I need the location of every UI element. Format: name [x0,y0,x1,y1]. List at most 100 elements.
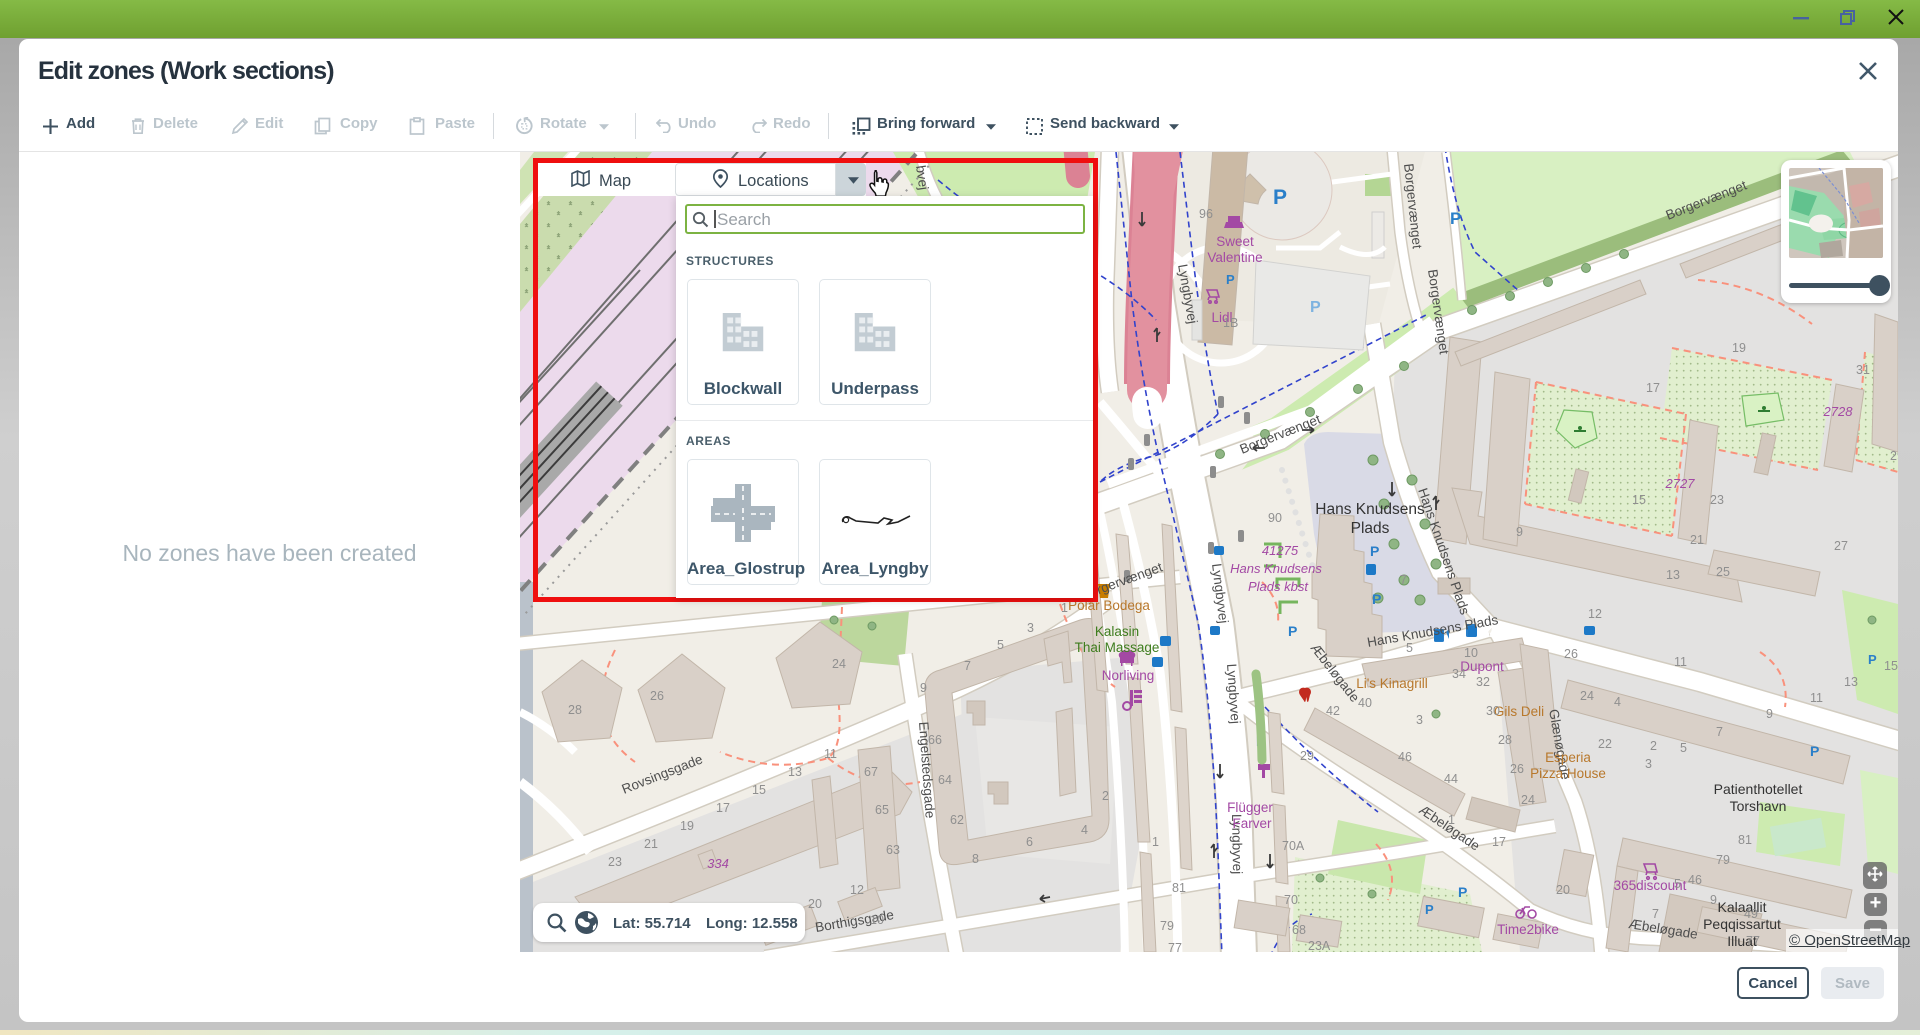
svg-text:9: 9 [1516,525,1523,539]
svg-text:2728: 2728 [1823,404,1854,419]
svg-text:10: 10 [1464,646,1478,660]
svg-text:5: 5 [1406,641,1413,655]
svg-text:44: 44 [1444,772,1458,786]
svg-text:22: 22 [1598,737,1612,751]
svg-text:Pizza House: Pizza House [1530,766,1606,781]
svg-text:Norliving: Norliving [1102,668,1155,683]
svg-text:49: 49 [1744,907,1758,921]
svg-text:96: 96 [1199,207,1213,221]
svg-text:67: 67 [864,765,878,779]
svg-text:21: 21 [644,837,658,851]
svg-text:26: 26 [650,689,664,703]
svg-text:12: 12 [850,883,864,897]
svg-text:29: 29 [1300,749,1314,763]
svg-text:13: 13 [1666,568,1680,582]
svg-text:28: 28 [568,703,582,717]
svg-text:26: 26 [1564,647,1578,661]
svg-text:Plads: Plads [1351,520,1390,537]
svg-text:25: 25 [1716,565,1730,579]
svg-text:70A: 70A [1282,839,1305,853]
svg-text:40: 40 [1358,696,1372,710]
svg-text:8: 8 [972,852,979,866]
svg-text:64: 64 [938,773,952,787]
svg-text:79: 79 [1160,919,1174,933]
svg-text:5: 5 [997,638,1004,652]
svg-text:Hans Knudsens: Hans Knudsens [1315,501,1425,518]
svg-text:15: 15 [752,783,766,797]
svg-text:15: 15 [1632,493,1646,507]
svg-text:Hans Knudsens: Hans Knudsens [1230,561,1322,576]
svg-text:23A: 23A [1308,939,1331,952]
svg-text:2: 2 [1650,739,1657,753]
svg-text:24: 24 [832,657,846,671]
svg-text:7: 7 [964,659,971,673]
svg-text:Li's Kinagrill: Li's Kinagrill [1356,676,1428,691]
svg-text:9: 9 [1710,893,1717,907]
svg-text:65: 65 [875,803,889,817]
svg-text:34: 34 [1452,667,1466,681]
svg-text:68: 68 [1292,923,1306,937]
svg-text:79: 79 [1716,853,1730,867]
svg-text:Peqqissartut: Peqqissartut [1703,916,1781,932]
svg-text:9: 9 [1766,707,1773,721]
svg-text:28: 28 [1498,733,1512,747]
svg-text:63: 63 [886,843,900,857]
svg-text:P: P [1810,743,1819,759]
svg-text:P: P [1370,543,1379,559]
svg-text:81: 81 [1172,881,1186,895]
svg-text:12: 12 [1588,607,1602,621]
svg-text:41275: 41275 [1262,543,1299,558]
svg-text:77: 77 [1168,941,1182,952]
svg-text:11: 11 [1810,691,1823,705]
svg-text:5: 5 [1674,877,1681,891]
svg-text:11: 11 [1674,655,1687,669]
svg-text:4: 4 [1081,823,1088,837]
svg-text:27: 27 [1834,539,1848,553]
svg-text:3: 3 [1416,713,1423,727]
svg-text:21: 21 [1690,533,1704,547]
svg-text:17: 17 [1646,381,1660,395]
svg-text:10: 10 [870,913,884,927]
svg-text:29: 29 [1890,449,1898,463]
svg-text:13: 13 [788,765,802,779]
svg-text:Kalasin: Kalasin [1095,624,1139,639]
svg-text:13: 13 [1844,675,1858,689]
svg-text:23: 23 [1710,493,1724,507]
svg-text:66: 66 [928,733,942,747]
svg-text:Plads kbst: Plads kbst [1248,579,1309,594]
svg-text:Kalaallit: Kalaallit [1717,899,1766,915]
svg-text:Torshavn: Torshavn [1730,798,1787,814]
svg-text:Gils Deli: Gils Deli [1494,704,1544,719]
svg-text:Patienthotellet: Patienthotellet [1714,781,1803,797]
svg-text:7: 7 [1716,725,1723,739]
svg-text:Sweet: Sweet [1216,234,1254,249]
svg-text:24: 24 [1521,793,1535,807]
svg-text:1: 1 [1152,835,1159,849]
svg-text:77: 77 [1746,934,1760,948]
svg-text:P: P [1458,884,1467,900]
svg-text:P: P [1310,299,1321,316]
svg-text:62: 62 [950,813,964,827]
svg-text:24: 24 [1580,689,1594,703]
svg-text:11: 11 [824,747,837,761]
svg-text:5: 5 [1680,741,1687,755]
svg-text:3: 3 [1027,621,1034,635]
svg-text:P: P [1425,902,1434,917]
svg-text:Farver: Farver [1232,816,1272,831]
svg-text:15: 15 [1884,659,1898,673]
svg-text:6: 6 [1026,835,1033,849]
svg-text:19: 19 [680,819,694,833]
svg-text:P: P [1226,272,1235,287]
svg-text:19: 19 [1732,341,1746,355]
svg-text:1: 1 [1061,601,1068,615]
svg-text:Esperia: Esperia [1545,750,1591,765]
svg-text:P: P [1450,209,1461,228]
svg-text:1B: 1B [1223,316,1238,330]
svg-text:30: 30 [1486,704,1500,718]
svg-text:334: 334 [707,856,729,871]
svg-text:Thai Massage: Thai Massage [1075,640,1160,655]
svg-text:Flügger: Flügger [1227,800,1273,815]
svg-text:42: 42 [1326,704,1340,718]
svg-text:32: 32 [1476,675,1490,689]
svg-text:P: P [1372,591,1381,607]
